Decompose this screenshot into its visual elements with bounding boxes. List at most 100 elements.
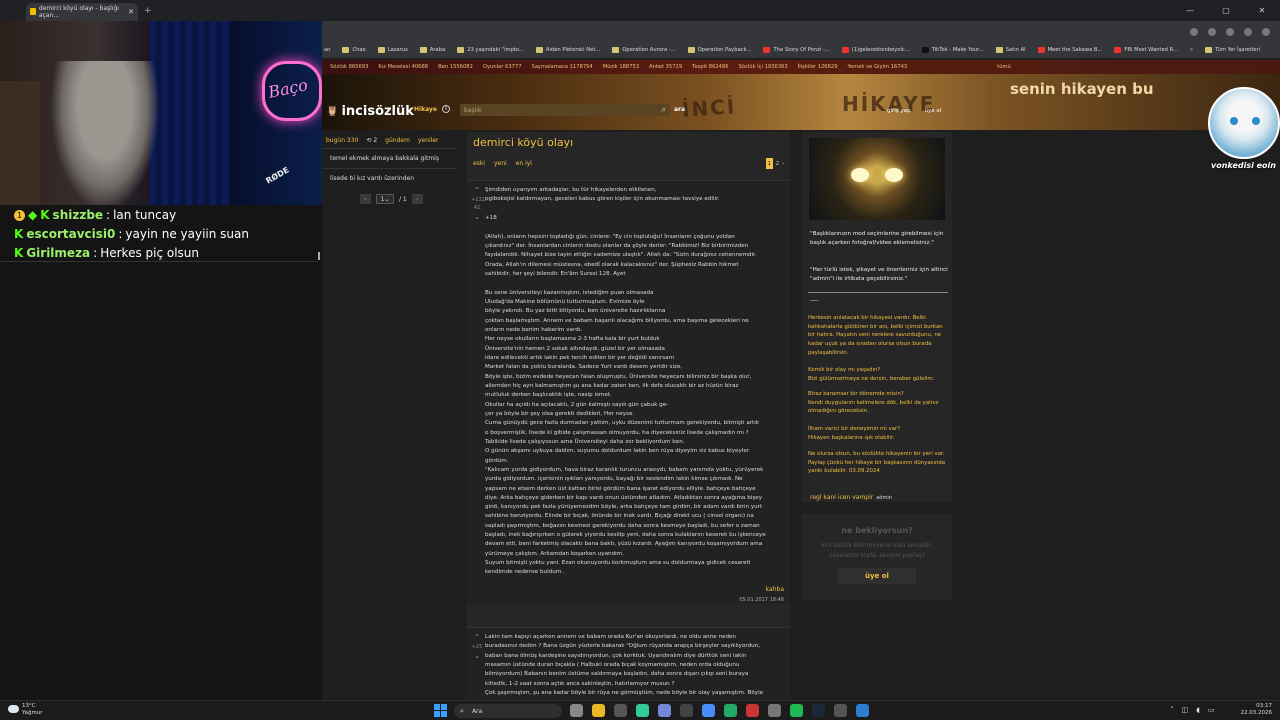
login-link[interactable]: giriş yap — [887, 108, 911, 114]
entry-date[interactable]: 05.01.2017 18:48 — [739, 597, 784, 603]
battery-icon[interactable]: ▭ — [1208, 706, 1215, 714]
extension-icon[interactable] — [1208, 27, 1216, 36]
topic-link[interactable]: lisede bi kız vardı üzerinden — [322, 168, 456, 188]
category-link[interactable]: Tespit 862486 — [692, 64, 728, 70]
bookmark[interactable]: Chao — [342, 47, 366, 53]
page-select[interactable]: 1 ⌄ — [376, 194, 394, 204]
more-bookmarks-icon[interactable]: » — [1190, 47, 1193, 53]
chevron-up-icon[interactable]: ˄ — [1170, 706, 1174, 714]
category-link[interactable]: Sözlük 865693 — [330, 64, 368, 70]
all-bookmarks[interactable]: Tüm Yer İşaretleri — [1205, 47, 1260, 53]
bookmark[interactable]: Lazarus — [377, 47, 408, 53]
close-window-icon[interactable]: ✕ — [1244, 0, 1280, 21]
category-link[interactable]: Kız Meselesi 40688 — [378, 64, 428, 70]
bookmark[interactable]: Satın Al — [995, 47, 1026, 53]
weather-widget[interactable]: 13°C Yağmur — [8, 703, 43, 717]
app-icon[interactable] — [614, 704, 627, 717]
vote-count: +25 — [471, 644, 483, 651]
page-number[interactable]: 2 — [776, 161, 779, 167]
category-link[interactable]: Anket 35729 — [649, 64, 682, 70]
app-icon[interactable] — [724, 704, 737, 717]
sort-newest[interactable]: yeni — [494, 160, 507, 167]
topic-link[interactable]: temel ekmek almaya bakkala gitmiş — [322, 148, 456, 168]
refresh-button[interactable]: ⟲ 2 — [366, 137, 377, 144]
start-button[interactable] — [434, 704, 447, 717]
app-icon[interactable] — [856, 704, 869, 717]
profile-icon[interactable] — [1244, 27, 1252, 36]
tab-agenda[interactable]: gündem — [385, 137, 410, 144]
info-icon[interactable]: i — [441, 105, 450, 113]
category-link[interactable]: Ben 1556082 — [438, 64, 473, 70]
site-logo[interactable]: 🦉 incisözlük — [326, 104, 414, 119]
discord-icon[interactable] — [658, 704, 671, 717]
prev-page-icon[interactable]: ‹ — [360, 194, 371, 204]
signup-title: ne bekliyorsun? — [841, 526, 913, 535]
category-link[interactable]: Müzik 188753 — [603, 64, 639, 70]
network-icon[interactable]: ◫ — [1182, 706, 1189, 714]
steam-icon[interactable] — [812, 704, 825, 717]
new-tab-icon[interactable]: + — [144, 6, 152, 16]
signup-button[interactable]: üye ol — [838, 568, 916, 584]
topic-title[interactable]: demirci köyü olayı — [473, 136, 573, 149]
app-icon[interactable] — [636, 704, 649, 717]
app-icon[interactable] — [680, 704, 693, 717]
bookmarks-bar: an Chao Lazarus Araba 23 yaşındaki "impt… — [322, 42, 1280, 58]
volume-icon[interactable]: ◖ — [1196, 706, 1200, 714]
bookmark[interactable]: (1)gelecektenbeyolc... — [841, 47, 910, 53]
bookmark[interactable]: Aiden Pleterski Net... — [535, 47, 600, 53]
chat-scrollbar[interactable] — [318, 252, 320, 260]
minimize-icon[interactable]: — — [1172, 0, 1208, 21]
bookmark[interactable]: TikTok - Make Your... — [921, 47, 984, 53]
app-icon[interactable] — [834, 704, 847, 717]
maximize-icon[interactable]: ▢ — [1208, 0, 1244, 21]
tab-today[interactable]: bugün 330 — [326, 137, 358, 144]
next-page-icon[interactable]: › — [411, 194, 423, 204]
intro-paragraph: Biraz karamsar bir dönemde misin? Kendi … — [808, 391, 939, 415]
chrome-icon[interactable] — [702, 704, 715, 717]
entry-author[interactable]: kahba — [766, 586, 784, 593]
category-link[interactable]: Sözlük İçi 1936363 — [739, 64, 788, 70]
search-input[interactable]: başlık ⌕ — [460, 104, 670, 116]
taskbar-search[interactable]: ⌕ Ara — [454, 704, 562, 718]
sort-oldest[interactable]: eski — [473, 160, 485, 167]
app-icon[interactable] — [746, 704, 759, 717]
bookmark[interactable]: an — [324, 47, 330, 53]
bookmark[interactable]: Araba — [419, 47, 445, 53]
star-icon[interactable] — [1190, 27, 1198, 36]
upvote-icon[interactable]: ⌃ — [471, 185, 483, 196]
sort-best[interactable]: en iyi — [516, 160, 532, 167]
category-link[interactable]: tümü — [997, 64, 1011, 70]
signup-link[interactable]: üye ol — [925, 108, 942, 114]
tab-new[interactable]: yeniler — [418, 137, 439, 144]
admin-signature[interactable]: regl kani icen vampir admin — [810, 494, 892, 501]
search-icon[interactable]: ⌕ — [662, 105, 666, 115]
category-link[interactable]: Yemek ve Giyim 16743 — [848, 64, 908, 70]
page-number[interactable]: 1 — [765, 158, 773, 169]
app-icon[interactable] — [768, 704, 781, 717]
downvote-icon[interactable]: ⌄ — [471, 212, 483, 223]
search-button[interactable]: ara — [674, 106, 685, 113]
bookmark[interactable]: The Story Of Ponzi -... — [763, 47, 830, 53]
bookmark[interactable]: Meet the Sakawa B... — [1037, 47, 1102, 53]
chat-username: shizzbe — [52, 208, 104, 222]
bookmark[interactable]: Operation Aurora -... — [612, 47, 676, 53]
next-page-icon[interactable]: › — [782, 161, 784, 167]
bookmark[interactable]: Operation Payback... — [687, 47, 751, 53]
upvote-icon[interactable]: ⌃ — [471, 632, 483, 643]
category-link[interactable]: İlişkiler 126629 — [798, 64, 838, 70]
bookmark[interactable]: FBI Most Wanted R... — [1114, 47, 1178, 53]
file-explorer-icon[interactable] — [592, 704, 605, 717]
task-view-icon[interactable] — [570, 704, 583, 717]
browser-tab[interactable]: demirci köyü olayı - başlığı açan... ✕ — [26, 2, 138, 21]
section-name[interactable]: Hikaye i — [414, 105, 450, 113]
clock[interactable]: 03:17 22.03.2026 — [1241, 703, 1273, 717]
close-tab-icon[interactable]: ✕ — [128, 8, 134, 16]
spotify-icon[interactable] — [790, 704, 803, 717]
category-link[interactable]: Saçmalamaca 1178754 — [532, 64, 593, 70]
downvote-icon[interactable]: ⌄ — [471, 651, 483, 662]
dash: ___ — [810, 295, 819, 301]
bookmark[interactable]: 23 yaşındaki "impto... — [457, 47, 524, 53]
category-link[interactable]: Oyunlar 63777 — [483, 64, 522, 70]
menu-icon[interactable] — [1262, 27, 1270, 36]
extension-icon[interactable] — [1226, 27, 1234, 36]
